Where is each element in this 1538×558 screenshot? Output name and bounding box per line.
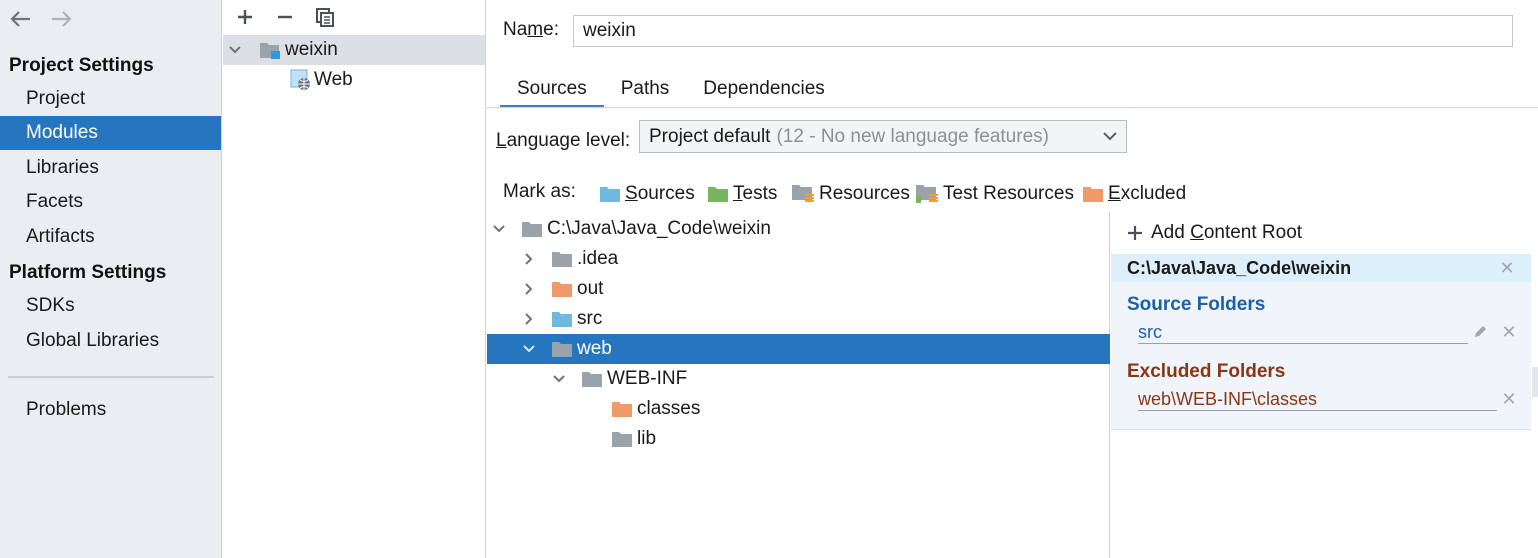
settings-sidebar: Project Settings Project Modules Librari…	[0, 0, 222, 558]
mark-as-tests-button[interactable]: Tests	[707, 182, 777, 206]
mark-as-sources-button[interactable]: Sources	[599, 182, 695, 206]
plus-icon	[1128, 226, 1142, 240]
tree-node-idea[interactable]: .idea	[487, 244, 1110, 274]
tree-node-lib[interactable]: lib	[487, 424, 1110, 454]
tree-node-web-inf[interactable]: WEB-INF	[487, 364, 1110, 394]
tabs-divider	[487, 107, 1538, 108]
close-icon[interactable]: ✕	[1501, 323, 1517, 341]
chevron-down-icon[interactable]	[489, 219, 509, 239]
sidebar-item-sdks[interactable]: SDKs	[0, 289, 221, 323]
tree-node-out[interactable]: out	[487, 274, 1110, 304]
tree-node-label: src	[577, 308, 603, 329]
sources-folder-icon	[552, 312, 572, 327]
tree-node-label: .idea	[577, 248, 619, 269]
copy-icon[interactable]	[313, 5, 337, 29]
tree-node-web[interactable]: web	[487, 334, 1110, 364]
excluded-folders-title: Excluded Folders	[1127, 361, 1286, 382]
module-name-input[interactable]	[573, 15, 1513, 47]
sidebar-item-modules[interactable]: Modules	[0, 116, 221, 150]
minus-icon[interactable]	[273, 5, 297, 29]
excluded-folder-item: web\WEB-INF\classes	[1138, 389, 1497, 411]
tree-node-label: lib	[637, 428, 657, 449]
tests-folder-icon	[708, 187, 728, 202]
module-node-weixin[interactable]: weixin	[223, 35, 485, 65]
folder-icon	[552, 252, 572, 267]
close-icon[interactable]: ✕	[1499, 259, 1515, 277]
module-settings-content: Name: Sources Paths Dependencies Languag…	[487, 0, 1538, 558]
add-content-root-button[interactable]: Add Content Root	[1127, 222, 1302, 244]
resources-folder-icon	[792, 185, 814, 202]
language-level-value: Project default	[649, 125, 771, 147]
sidebar-divider	[8, 376, 214, 378]
sidebar-item-global-libraries[interactable]: Global Libraries	[0, 324, 221, 358]
sources-folder-icon	[600, 187, 620, 202]
tab-paths[interactable]: Paths	[604, 70, 687, 108]
tree-node-label: web	[577, 338, 612, 359]
facet-node-web[interactable]: Web	[223, 65, 485, 95]
platform-settings-heading: Platform Settings	[9, 262, 167, 283]
facet-label: Web	[314, 69, 353, 90]
module-toolbar	[223, 0, 485, 34]
chevron-down-icon[interactable]	[549, 369, 569, 389]
content-root-path: C:\Java\Java_Code\weixin	[1127, 257, 1352, 278]
folder-icon	[612, 432, 632, 447]
module-tabs: Sources Paths Dependencies	[500, 70, 842, 108]
content-root-box: C:\Java\Java_Code\weixin ✕ Source Folder…	[1111, 254, 1531, 430]
tree-node-label: C:\Java\Java_Code\weixin	[547, 218, 771, 239]
source-folders-title: Source Folders	[1127, 294, 1266, 315]
chevron-down-icon[interactable]	[225, 40, 245, 60]
module-tree-panel: weixin Web	[223, 0, 486, 558]
tab-sources[interactable]: Sources	[500, 70, 604, 108]
sidebar-item-problems[interactable]: Problems	[0, 393, 221, 427]
language-level-select[interactable]: Project default (12 - No new language fe…	[639, 120, 1127, 153]
source-folder-item: src	[1138, 322, 1468, 344]
chevron-down-icon	[1102, 127, 1118, 151]
plus-icon[interactable]	[233, 5, 257, 29]
mark-as-test-resources-button[interactable]: Test Resources	[915, 182, 1074, 206]
folder-icon	[522, 222, 542, 237]
sidebar-item-project[interactable]: Project	[0, 82, 221, 116]
tree-node-label: classes	[637, 398, 701, 419]
content-root-panel: Add Content Root C:\Java\Java_Code\weixi…	[1111, 212, 1538, 558]
content-folder-tree: C:\Java\Java_Code\weixin .idea out src w…	[487, 212, 1110, 558]
tree-node-root[interactable]: C:\Java\Java_Code\weixin	[487, 214, 1110, 244]
content-root-header: C:\Java\Java_Code\weixin ✕	[1111, 254, 1531, 282]
project-settings-heading: Project Settings	[9, 55, 154, 76]
module-folder-icon	[259, 40, 281, 60]
scrollbar-edge[interactable]	[1532, 367, 1538, 397]
tree-node-label: WEB-INF	[607, 368, 688, 389]
chevron-down-icon[interactable]	[519, 339, 539, 359]
chevron-right-icon[interactable]	[519, 309, 539, 329]
tab-dependencies[interactable]: Dependencies	[686, 70, 841, 108]
web-facet-icon	[290, 69, 312, 91]
excluded-folder-icon	[612, 402, 632, 417]
arrow-left-icon[interactable]	[4, 4, 38, 34]
arrow-right-icon[interactable]	[44, 4, 78, 34]
sidebar-item-libraries[interactable]: Libraries	[0, 151, 221, 185]
chevron-right-icon[interactable]	[519, 249, 539, 269]
sidebar-item-artifacts[interactable]: Artifacts	[0, 220, 221, 254]
excluded-folder-icon	[1083, 187, 1103, 202]
test-resources-folder-icon	[916, 185, 938, 203]
folder-icon	[552, 342, 572, 357]
chevron-right-icon[interactable]	[519, 279, 539, 299]
sidebar-item-facets[interactable]: Facets	[0, 185, 221, 219]
close-icon[interactable]: ✕	[1501, 390, 1517, 408]
mark-as-resources-button[interactable]: Resources	[791, 182, 910, 206]
folder-icon	[582, 372, 602, 387]
mark-as-excluded-button[interactable]: Excluded	[1082, 182, 1186, 206]
module-label: weixin	[285, 39, 338, 60]
name-label: Name:	[503, 19, 559, 40]
excluded-folder-icon	[552, 282, 572, 297]
tree-node-src[interactable]: src	[487, 304, 1110, 334]
language-level-hint: (12 - No new language features)	[776, 125, 1049, 147]
tree-node-label: out	[577, 278, 604, 299]
navigation-arrows	[4, 2, 78, 36]
language-level-label: Language level:	[496, 130, 631, 151]
pencil-icon[interactable]	[1472, 324, 1488, 340]
mark-as-label: Mark as:	[503, 181, 576, 202]
tree-node-classes[interactable]: classes	[487, 394, 1110, 424]
